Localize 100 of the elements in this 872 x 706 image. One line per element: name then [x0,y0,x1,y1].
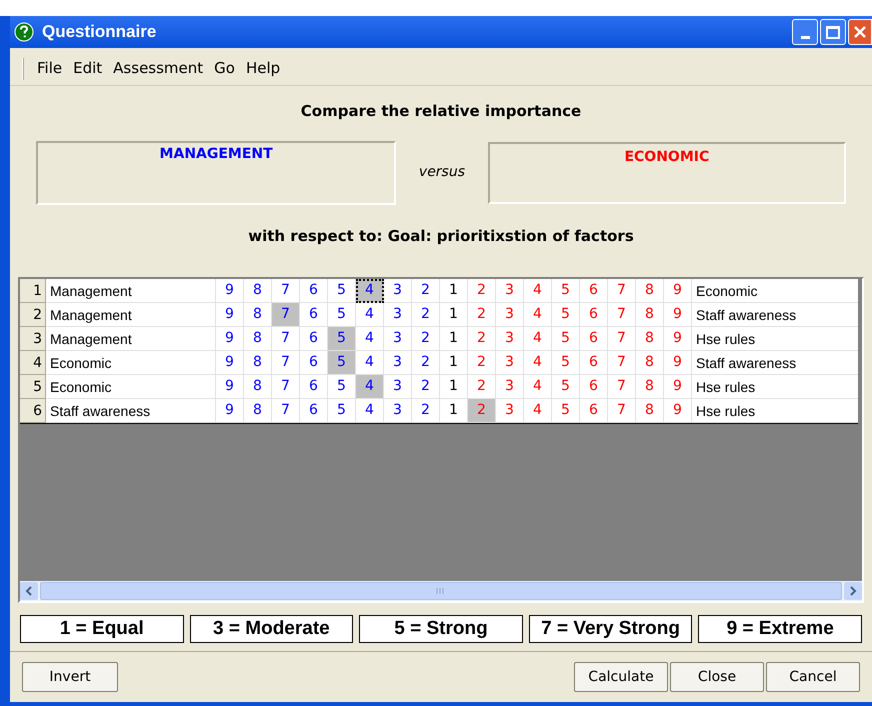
rating-cell[interactable]: 8 [636,303,664,327]
rating-cell[interactable]: 1 [440,351,468,375]
rating-cell[interactable]: 3 [384,303,412,327]
rating-cell[interactable]: 3 [384,279,412,303]
rating-cell[interactable]: 8 [636,327,664,351]
rating-cell[interactable]: 5 [552,279,580,303]
rating-cell[interactable]: 3 [496,375,524,399]
menu-item[interactable]: File [37,57,62,80]
rating-cell[interactable]: 8 [636,279,664,303]
rating-cell[interactable]: 6 [300,375,328,399]
rating-cell[interactable]: 8 [636,399,664,423]
rating-cell[interactable]: 4 [524,351,552,375]
menu-item[interactable]: Assessment [113,57,204,80]
rating-cell[interactable]: 7 [608,303,636,327]
rating-cell[interactable]: 2 [468,327,496,351]
minimize-button[interactable] [792,19,818,45]
rating-cell[interactable]: 9 [664,351,692,375]
rating-cell[interactable]: 2 [412,303,440,327]
menu-item[interactable]: Help [246,57,280,80]
rating-cell[interactable]: 9 [664,375,692,399]
rating-cell[interactable]: 9 [664,399,692,423]
rating-cell[interactable]: 6 [300,399,328,423]
rating-cell[interactable]: 3 [496,399,524,423]
rating-cell[interactable]: 5 [552,375,580,399]
rating-cell[interactable]: 9 [664,327,692,351]
rating-cell[interactable]: 7 [608,279,636,303]
rating-cell[interactable]: 2 [412,375,440,399]
rating-cell[interactable]: 7 [272,327,300,351]
rating-cell[interactable]: 5 [328,351,356,375]
rating-cell[interactable]: 2 [412,351,440,375]
rating-cell[interactable]: 6 [580,327,608,351]
rating-cell[interactable]: 9 [216,375,244,399]
rating-cell[interactable]: 4 [524,399,552,423]
dialog-button[interactable]: Cancel [766,662,860,692]
dialog-button[interactable]: Calculate [574,662,668,692]
rating-cell[interactable]: 6 [300,303,328,327]
rating-cell[interactable]: 5 [552,303,580,327]
rating-cell[interactable]: 7 [608,351,636,375]
rating-cell[interactable]: 6 [580,399,608,423]
rating-cell[interactable]: 6 [300,279,328,303]
menu-item[interactable]: Go [214,57,235,80]
rating-cell[interactable]: 3 [496,279,524,303]
rating-cell[interactable]: 5 [552,351,580,375]
dialog-button[interactable]: Close [670,662,764,692]
rating-cell[interactable]: 8 [636,351,664,375]
rating-cell[interactable]: 5 [552,399,580,423]
rating-cell[interactable]: 4 [524,375,552,399]
rating-cell[interactable]: 8 [244,399,272,423]
rating-cell[interactable]: 9 [664,303,692,327]
rating-cell[interactable]: 1 [440,303,468,327]
rating-cell[interactable]: 6 [580,303,608,327]
rating-cell[interactable]: 3 [496,351,524,375]
rating-cell[interactable]: 7 [272,399,300,423]
rating-cell[interactable]: 5 [552,327,580,351]
rating-cell[interactable]: 2 [468,303,496,327]
rating-cell[interactable]: 3 [384,351,412,375]
rating-cell[interactable]: 1 [440,375,468,399]
rating-cell[interactable]: 7 [608,327,636,351]
rating-cell[interactable]: 8 [244,351,272,375]
rating-cell[interactable]: 8 [244,375,272,399]
rating-cell[interactable]: 4 [356,327,384,351]
rating-cell[interactable]: 4 [356,303,384,327]
maximize-button[interactable] [820,19,846,45]
rating-cell[interactable]: 5 [328,399,356,423]
rating-cell[interactable]: 4 [524,327,552,351]
rating-cell[interactable]: 3 [496,303,524,327]
rating-cell[interactable]: 1 [440,279,468,303]
rating-cell[interactable]: 9 [664,279,692,303]
rating-cell[interactable]: 1 [440,327,468,351]
rating-cell[interactable]: 9 [216,351,244,375]
rating-cell[interactable]: 4 [524,303,552,327]
rating-cell[interactable]: 3 [384,375,412,399]
rating-cell[interactable]: 6 [580,351,608,375]
rating-cell[interactable]: 7 [272,303,300,327]
scroll-left-button[interactable] [20,582,38,600]
rating-cell[interactable]: 4 [524,279,552,303]
rating-cell[interactable]: 2 [412,399,440,423]
rating-cell[interactable]: 7 [272,351,300,375]
rating-cell[interactable]: 7 [608,375,636,399]
rating-cell[interactable]: 8 [244,279,272,303]
invert-button[interactable]: Invert [22,662,118,692]
rating-cell[interactable]: 8 [636,375,664,399]
rating-cell[interactable]: 2 [468,351,496,375]
rating-cell[interactable]: 9 [216,399,244,423]
rating-cell[interactable]: 9 [216,303,244,327]
rating-cell[interactable]: 4 [356,279,384,303]
rating-cell[interactable]: 2 [412,279,440,303]
rating-cell[interactable]: 6 [580,375,608,399]
rating-cell[interactable]: 3 [384,327,412,351]
rating-cell[interactable]: 7 [272,375,300,399]
rating-cell[interactable]: 4 [356,399,384,423]
scroll-right-button[interactable] [844,582,862,600]
rating-cell[interactable]: 3 [384,399,412,423]
menu-item[interactable]: Edit [73,57,102,80]
rating-cell[interactable]: 9 [216,327,244,351]
rating-cell[interactable]: 3 [496,327,524,351]
rating-cell[interactable]: 2 [412,327,440,351]
rating-cell[interactable]: 6 [580,279,608,303]
rating-cell[interactable]: 7 [608,399,636,423]
rating-cell[interactable]: 8 [244,327,272,351]
